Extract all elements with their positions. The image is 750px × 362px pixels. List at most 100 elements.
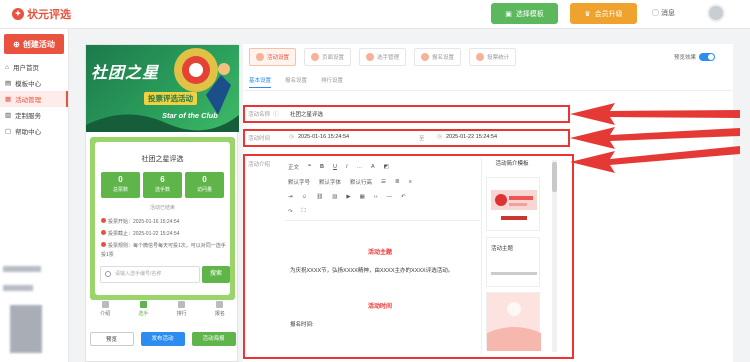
emoji-icon[interactable]: ☺	[302, 194, 308, 200]
bold-button[interactable]: B	[320, 164, 324, 170]
scrollbar-thumb[interactable]	[552, 162, 557, 192]
tab-label: 投票统计	[487, 55, 510, 61]
align-icon[interactable]: ≡	[409, 179, 412, 185]
create-activity-button[interactable]: ⊕ 创建活动	[4, 34, 64, 54]
message-icon: ◯	[652, 10, 659, 17]
editor-scrollbar[interactable]	[552, 160, 557, 352]
table-icon[interactable]: ▦	[360, 194, 365, 200]
format-select[interactable]: 正文	[288, 163, 299, 171]
user-icon	[139, 301, 147, 308]
sidebar-item-home[interactable]: ⌂ 用户首页	[0, 59, 68, 75]
toggle-switch[interactable]	[699, 53, 716, 61]
divider-icon[interactable]: —	[387, 194, 393, 200]
image-icon[interactable]: ▨	[332, 194, 337, 200]
choose-template-button[interactable]: ▣ 选择模板	[491, 3, 558, 24]
undo-icon[interactable]: ↶	[401, 194, 406, 200]
activity-card-inner: 社团之星评选 0 总票数 6 选手数 0 访问量 活动已结束 投票开始：2025-01…	[95, 142, 230, 295]
activity-name-input[interactable]: 社团之星评选	[290, 110, 323, 118]
tab-players[interactable]: 选手	[138, 301, 148, 317]
tab-label: 排行	[176, 311, 187, 317]
sidebar-item-help[interactable]: ▢ 帮助中心	[0, 123, 68, 139]
poster-button[interactable]: 活动海报	[191, 332, 236, 346]
end-time-input[interactable]: 2025-01-22 15:24:54	[446, 134, 497, 140]
tab-signup[interactable]: 报名	[215, 301, 225, 317]
vip-upgrade-button[interactable]: ♛ 会员升级	[570, 3, 637, 24]
sidebar-item-activities[interactable]: ▦ 活动管理	[0, 91, 68, 107]
stat-votes: 0 总票数	[101, 172, 140, 198]
editor-paragraph: 为庆祝XXXX节，弘扬XXXX精神，由XXXX主办的XXXX评选活动。	[290, 268, 454, 274]
background-color-icon[interactable]: ◩	[384, 164, 389, 170]
tab-page-settings[interactable]: 页面设置	[304, 48, 352, 66]
font-color-button[interactable]: A	[371, 164, 375, 170]
template-card[interactable]	[486, 177, 540, 231]
publish-button[interactable]: 发布活动	[140, 332, 185, 346]
sidebar-item-label: 用户首页	[12, 65, 39, 72]
toolbar-row-2: 默认字号 默认字体 默认行高 ☰ ≣ ≡	[285, 174, 480, 189]
tab-activity-settings[interactable]: 活动设置	[249, 48, 297, 66]
more-button[interactable]: …	[356, 164, 362, 170]
italic-button[interactable]: I	[346, 164, 348, 170]
fullscreen-icon[interactable]: ⛶	[302, 208, 306, 215]
signup-icon	[216, 301, 224, 308]
preview-toggle-label: 预览效果	[674, 55, 697, 61]
preview-toggle[interactable]: 预览效果	[674, 53, 716, 61]
search-placeholder: 请输入选手编号/名称	[115, 271, 162, 277]
stats-row: 0 总票数 6 选手数 0 访问量	[101, 172, 224, 198]
template-thumbnail	[487, 302, 541, 351]
blurred-ad	[3, 266, 41, 272]
search-icon	[105, 271, 111, 277]
player-search-input[interactable]: 请输入选手编号/名称	[100, 266, 200, 283]
subtab-basic[interactable]: 基本设置	[249, 76, 272, 88]
subtab-ranking[interactable]: 排行设置	[321, 76, 343, 88]
redo-icon[interactable]: ↷	[288, 209, 293, 215]
editor-heading: 活动主题	[367, 250, 392, 256]
blurred-qr-code	[10, 305, 42, 353]
sidebar-item-label: 定制服务	[15, 113, 42, 120]
preview-button[interactable]: 预览	[89, 332, 134, 346]
number-list-icon[interactable]: ≣	[395, 179, 400, 185]
tab-intro[interactable]: 介绍	[100, 301, 110, 317]
tab-label: 活动设置	[267, 55, 290, 61]
subtab-signup[interactable]: 报名设置	[285, 76, 307, 88]
messages-link[interactable]: ◯ 消息	[652, 8, 675, 18]
code-icon[interactable]: ‹›	[374, 194, 378, 200]
indent-icon[interactable]: ⇥	[288, 194, 293, 200]
tab-vote-stats[interactable]: 投票统计	[469, 48, 517, 66]
help-icon: ▢	[5, 128, 12, 135]
template-card[interactable]: 活动主题	[486, 237, 540, 287]
annotation-arrows	[570, 103, 740, 173]
app-logo[interactable]: ✦ 状元评选	[12, 6, 71, 22]
avatar[interactable]	[707, 4, 725, 22]
start-time-input[interactable]: 2025-01-16 15:24:54	[298, 134, 349, 140]
rich-text-editor[interactable]: 活动主题 为庆祝XXXX节，弘扬XXXX精神，由XXXX主办的XXXX评选活动。…	[285, 222, 475, 352]
tab-ranking[interactable]: 排行	[177, 301, 187, 317]
choose-template-label: 选择模板	[515, 10, 544, 18]
sidebar-item-custom[interactable]: ▥ 定制服务	[0, 107, 68, 123]
tab-signup-settings[interactable]: 报名设置	[414, 48, 462, 66]
line-height-select[interactable]: 默认行高	[350, 178, 372, 186]
vote-rule-info: 投票规则：每个微信号每天可投1次，可以对同一选手投1票	[101, 242, 227, 260]
template-card[interactable]	[486, 292, 541, 351]
template-card-label: 活动主题	[491, 246, 514, 252]
signup-icon	[421, 53, 430, 61]
banner-subtitle: 投票评选活动	[144, 92, 197, 105]
ranking-icon	[178, 301, 186, 308]
font-size-select[interactable]: 默认字号	[288, 178, 310, 186]
sidebar-item-templates[interactable]: ▤ 模板中心	[0, 75, 68, 91]
bullet-list-icon[interactable]: ☰	[381, 179, 386, 185]
link-icon[interactable]: ⛓	[316, 194, 323, 200]
underline-icon[interactable]: U	[333, 164, 337, 170]
search-button[interactable]: 搜索	[202, 266, 230, 283]
quote-icon[interactable]: ❝	[308, 164, 311, 170]
vip-icon: ♛	[584, 10, 591, 18]
phone-preview: 社团之星 投票评选活动 Star of the Club 社团之星评选 0 总票数…	[85, 44, 239, 362]
template-text-placeholder	[491, 272, 537, 275]
sidebar-item-label: 模板中心	[15, 81, 42, 88]
font-family-select[interactable]: 默认字体	[319, 178, 341, 186]
toolbar-row-4: ↷ ⛶	[285, 204, 480, 219]
stat-players: 6 选手数	[143, 172, 182, 198]
tab-label: 选手	[138, 311, 149, 317]
logo-icon: ✦	[12, 8, 24, 20]
video-icon[interactable]: ▶	[346, 194, 350, 200]
tab-player-management[interactable]: 选手管理	[359, 48, 407, 66]
